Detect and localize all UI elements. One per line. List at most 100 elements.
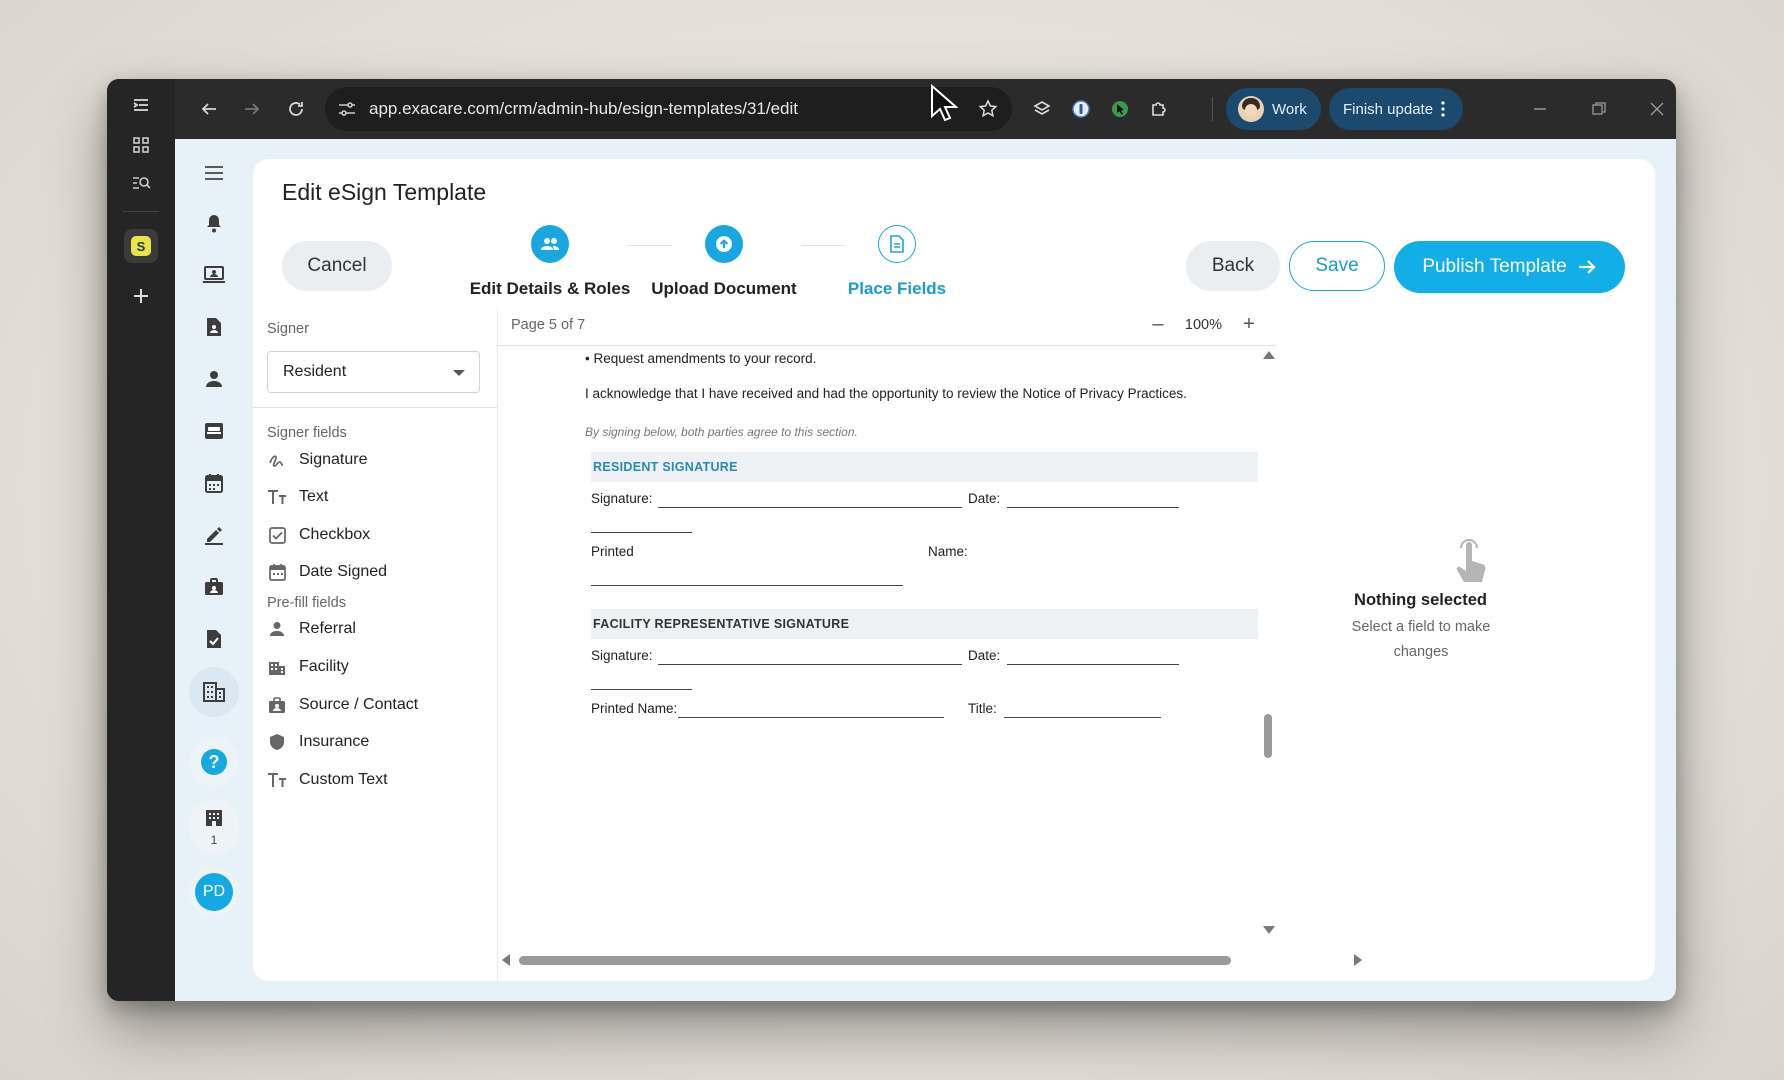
template-editor-card: Edit eSign Template Cancel Edit Details … bbox=[253, 159, 1655, 981]
page-title: Edit eSign Template bbox=[282, 179, 487, 205]
prefill-fields-label: Pre-fill fields bbox=[267, 595, 346, 611]
publish-template-button[interactable]: Publish Template bbox=[1394, 241, 1625, 293]
back-arrow-icon[interactable] bbox=[193, 93, 225, 125]
document-page[interactable]: • Request amendments to your record. I a… bbox=[498, 346, 1258, 940]
scroll-down-arrow-icon[interactable] bbox=[1263, 926, 1275, 934]
checkbox-icon bbox=[267, 525, 287, 545]
building-icon bbox=[267, 657, 287, 677]
tab-search-icon[interactable] bbox=[124, 166, 158, 200]
id-badge-icon[interactable] bbox=[196, 569, 232, 605]
bookmark-star-icon[interactable] bbox=[978, 99, 998, 124]
extensions-puzzle-icon[interactable] bbox=[1143, 93, 1175, 125]
arrow-right-icon bbox=[1577, 258, 1597, 276]
text-icon bbox=[267, 487, 287, 507]
people-icon bbox=[531, 225, 569, 263]
back-button[interactable]: Back bbox=[1186, 241, 1280, 291]
help-icon[interactable]: ? bbox=[189, 737, 239, 787]
vertical-scroll-thumb[interactable] bbox=[1264, 714, 1272, 758]
new-tab-icon[interactable] bbox=[124, 279, 158, 313]
date-label: Date: bbox=[968, 648, 1001, 663]
facility-count: 1 bbox=[210, 833, 218, 847]
close-window-icon[interactable] bbox=[1641, 93, 1673, 125]
notifications-bell-icon[interactable] bbox=[196, 205, 232, 241]
field-label: Checkbox bbox=[299, 526, 371, 543]
field-checkbox[interactable]: Checkbox bbox=[267, 520, 370, 550]
user-avatar[interactable]: PD bbox=[189, 867, 239, 917]
collapse-tabs-icon[interactable] bbox=[124, 88, 158, 122]
monitor-person-icon[interactable] bbox=[196, 257, 232, 293]
field-signature[interactable]: Signature bbox=[267, 445, 368, 475]
field-label: Facility bbox=[299, 658, 349, 675]
bed-icon[interactable] bbox=[196, 413, 232, 449]
zoom-controls: – 100% + bbox=[1149, 313, 1258, 336]
resident-signature-band: RESIDENT SIGNATURE bbox=[591, 452, 1258, 482]
field-facility[interactable]: Facility bbox=[267, 652, 349, 682]
page-indicator: Page 5 of 7 bbox=[511, 317, 586, 333]
profile-label: Work bbox=[1272, 100, 1307, 118]
menu-hamburger-icon[interactable] bbox=[196, 155, 232, 191]
person-icon[interactable] bbox=[196, 361, 232, 397]
address-bar[interactable]: app.exacare.com/crm/admin-hub/esign-temp… bbox=[325, 87, 1012, 131]
profile-avatar bbox=[1238, 96, 1264, 122]
contact-badge-icon bbox=[267, 695, 287, 715]
empty-state-subtitle: Select a field to make changes bbox=[1351, 619, 1491, 660]
app-viewport: ? 1 PD Edit eSign Template Cancel Edit D… bbox=[175, 139, 1676, 1001]
publish-label: Publish Template bbox=[1422, 256, 1567, 277]
site-info-icon[interactable] bbox=[337, 100, 357, 118]
signer-label: Signer bbox=[267, 321, 309, 337]
restore-icon[interactable] bbox=[1583, 93, 1615, 125]
vertical-scrollbar[interactable] bbox=[1261, 346, 1275, 940]
profile-button[interactable]: Work bbox=[1226, 88, 1321, 130]
facility-switcher[interactable]: 1 bbox=[189, 799, 239, 855]
calendar-nav-icon[interactable] bbox=[196, 465, 232, 501]
save-button[interactable]: Save bbox=[1289, 241, 1385, 291]
url-text[interactable]: app.exacare.com/crm/admin-hub/esign-temp… bbox=[369, 99, 798, 119]
pen-sign-icon[interactable] bbox=[196, 517, 232, 553]
chevron-down-icon bbox=[453, 370, 465, 376]
avatar-initials: PD bbox=[195, 873, 233, 911]
more-vert-icon[interactable] bbox=[1441, 101, 1445, 117]
cancel-button[interactable]: Cancel bbox=[282, 241, 392, 291]
extension-layers-icon[interactable] bbox=[1026, 93, 1058, 125]
text-icon bbox=[267, 770, 287, 790]
scroll-left-arrow-icon[interactable] bbox=[502, 954, 510, 966]
zoom-level: 100% bbox=[1184, 316, 1222, 333]
step-label: Place Fields bbox=[847, 279, 947, 298]
field-custom-text[interactable]: Custom Text bbox=[267, 765, 388, 795]
organization-icon[interactable] bbox=[189, 667, 239, 717]
field-text[interactable]: Text bbox=[267, 482, 328, 512]
resident-signature-heading: RESIDENT SIGNATURE bbox=[593, 460, 738, 474]
app-left-nav: ? 1 PD bbox=[175, 139, 253, 1001]
field-referral[interactable]: Referral bbox=[267, 614, 356, 644]
zoom-in-button[interactable]: + bbox=[1240, 313, 1258, 336]
finish-update-button[interactable]: Finish update bbox=[1329, 88, 1463, 130]
document-check-icon[interactable] bbox=[196, 621, 232, 657]
horizontal-scroll-thumb[interactable] bbox=[519, 956, 1231, 965]
scroll-up-arrow-icon[interactable] bbox=[1263, 351, 1275, 359]
mouse-cursor-icon bbox=[930, 83, 959, 129]
field-insurance[interactable]: Insurance bbox=[267, 727, 369, 757]
tab-grid-icon[interactable] bbox=[124, 128, 158, 162]
doc-acknowledge-text: I acknowledge that I have received and h… bbox=[585, 386, 1187, 401]
field-label: Referral bbox=[299, 620, 356, 637]
exacare-tab-icon[interactable]: S bbox=[124, 229, 158, 263]
password-manager-icon[interactable] bbox=[1065, 93, 1097, 125]
browser-toolbar: app.exacare.com/crm/admin-hub/esign-temp… bbox=[175, 79, 1676, 139]
forward-arrow-icon[interactable] bbox=[236, 93, 268, 125]
person-document-icon[interactable] bbox=[196, 309, 232, 345]
field-label: Source / Contact bbox=[299, 696, 419, 713]
signer-select-value: Resident bbox=[283, 363, 347, 380]
zoom-out-button[interactable]: – bbox=[1149, 313, 1167, 336]
field-source-contact[interactable]: Source / Contact bbox=[267, 690, 418, 720]
field-date-signed[interactable]: Date Signed bbox=[267, 557, 387, 587]
minimize-icon[interactable] bbox=[1524, 93, 1556, 125]
horizontal-scrollbar[interactable] bbox=[498, 949, 1362, 971]
name-label: Name: bbox=[928, 544, 968, 559]
facility-signature-band: FACILITY REPRESENTATIVE SIGNATURE bbox=[591, 609, 1258, 639]
signer-select[interactable]: Resident bbox=[267, 351, 480, 393]
reload-icon[interactable] bbox=[280, 93, 312, 125]
signature-label: Signature: bbox=[591, 648, 653, 663]
green-cursor-extension-icon[interactable] bbox=[1104, 93, 1136, 125]
step-place-fields[interactable]: Place Fields bbox=[787, 225, 1007, 299]
facility-building-icon bbox=[204, 807, 224, 832]
